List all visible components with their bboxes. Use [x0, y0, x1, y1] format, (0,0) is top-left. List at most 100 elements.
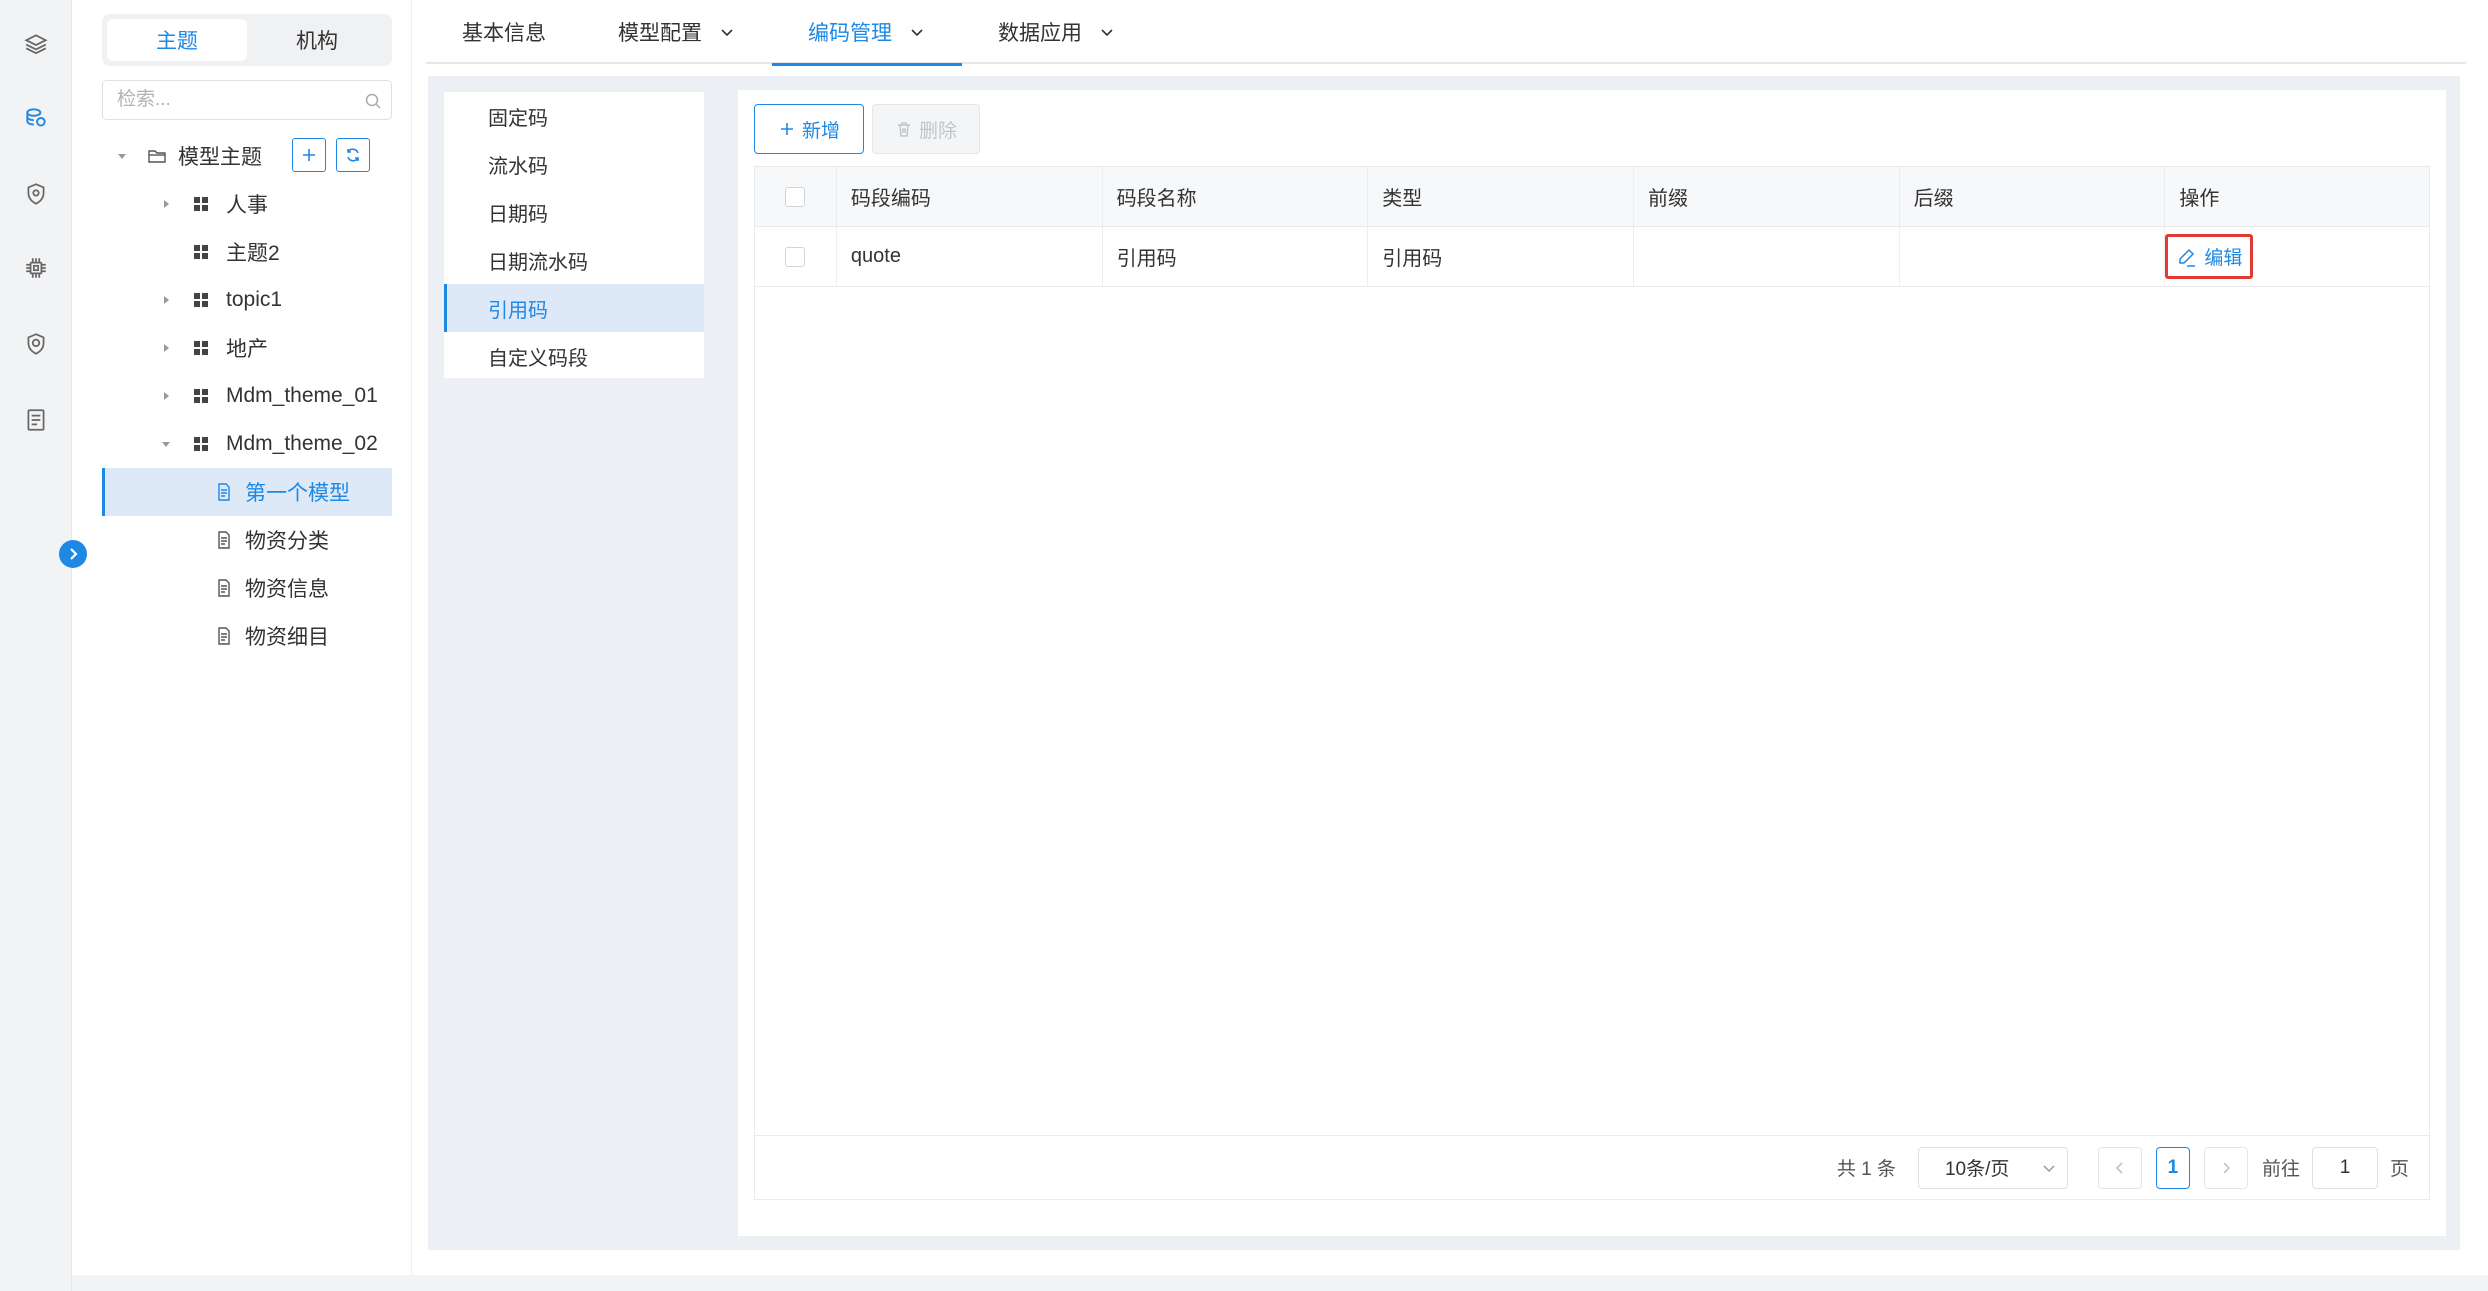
subnav-fixed-code[interactable]: 固定码: [444, 92, 704, 140]
column-header: 后缀: [1900, 167, 2166, 226]
tree-root[interactable]: 模型主题: [102, 132, 392, 180]
tree-item-label: 地产: [226, 338, 268, 361]
tree-model-first[interactable]: 第一个模型: [102, 468, 392, 516]
tab-data-application[interactable]: 数据应用: [962, 0, 1152, 64]
caret-right-icon[interactable]: [158, 292, 174, 308]
security-shield-icon[interactable]: [18, 326, 54, 362]
edit-button[interactable]: 编辑: [2165, 234, 2254, 279]
tree-item-label: 人事: [226, 194, 268, 217]
tab-model-config[interactable]: 模型配置: [582, 0, 772, 64]
tab-code-management[interactable]: 编码管理: [772, 0, 962, 66]
tree-item-dichan[interactable]: 地产: [102, 324, 392, 372]
caret-right-icon[interactable]: [158, 340, 174, 356]
expand-sidebar-button[interactable]: [59, 540, 87, 568]
tree-item-label: 主题2: [226, 242, 280, 265]
table-cell: quote: [837, 227, 1103, 286]
caret-down-icon[interactable]: [114, 148, 130, 164]
top-tabs: 基本信息 模型配置 编码管理 数据应用: [426, 0, 2466, 66]
grid-icon: [190, 241, 212, 263]
tree-item-renshi[interactable]: 人事: [102, 180, 392, 228]
column-header: 码段名称: [1103, 167, 1369, 226]
search-icon: [365, 93, 381, 109]
chevron-down-icon: [721, 29, 733, 37]
tab-label: 数据应用: [998, 22, 1082, 45]
page-size-select[interactable]: 10条/页: [1917, 1146, 2068, 1189]
subnav-serial-code[interactable]: 流水码: [444, 140, 704, 188]
tree-item-mdm-theme-01[interactable]: Mdm_theme_01: [102, 372, 392, 420]
plus-icon: [780, 123, 793, 135]
tree-model-detail[interactable]: 物资细目: [102, 612, 392, 660]
delete-button[interactable]: 删除: [872, 104, 980, 154]
tree-model-category[interactable]: 物资分类: [102, 516, 392, 564]
tab-org[interactable]: 机构: [247, 19, 387, 61]
tree-model-label: 物资细目: [245, 626, 329, 649]
tree-model-info[interactable]: 物资信息: [102, 564, 392, 612]
chevron-right-icon: [2223, 1161, 2231, 1174]
goto-suffix: 页: [2389, 1159, 2409, 1180]
chevron-down-icon: [2043, 1164, 2055, 1172]
prev-page-button[interactable]: [2097, 1146, 2142, 1189]
subnav-custom-segment[interactable]: 自定义码段: [444, 332, 704, 380]
caret-right-icon[interactable]: [158, 196, 174, 212]
tree-item-mdm-theme-02[interactable]: Mdm_theme_02: [102, 420, 392, 468]
caret-down-icon[interactable]: [158, 436, 174, 452]
document-icon: [213, 625, 235, 647]
tree-item-label: topic1: [226, 288, 283, 311]
page-size-value: 10条/页: [1944, 1159, 2010, 1180]
tab-topic[interactable]: 主题: [107, 19, 247, 61]
column-header: 码段编码: [837, 167, 1103, 226]
add-topic-button[interactable]: [292, 138, 326, 172]
tab-label: 编码管理: [808, 22, 892, 45]
table-cell: 引用码: [1368, 227, 1634, 286]
tree-item-topic1[interactable]: topic1: [102, 276, 392, 324]
tree-item-label: Mdm_theme_01: [226, 384, 378, 407]
next-page-button[interactable]: [2203, 1146, 2248, 1189]
grid-icon: [190, 433, 212, 455]
total-count: 共 1 条: [1836, 1159, 1896, 1180]
chevron-left-icon: [2115, 1161, 2123, 1174]
tree-model-label: 物资信息: [245, 578, 329, 601]
subnav-date-code[interactable]: 日期码: [444, 188, 704, 236]
caret-right-icon[interactable]: [158, 388, 174, 404]
tree-model-label: 第一个模型: [245, 482, 350, 505]
code-segment-panel: 新增 删除 码段编码 码段名称 类型 前缀 后缀 操作 quote 引用码 引用…: [738, 90, 2446, 1236]
tab-label: 基本信息: [462, 22, 546, 45]
page-number[interactable]: 1: [2155, 1146, 2190, 1189]
delete-label: 删除: [918, 120, 957, 142]
row-checkbox[interactable]: [785, 246, 806, 267]
document-list-icon[interactable]: [18, 402, 54, 438]
trash-icon: [897, 122, 910, 137]
refresh-button[interactable]: [336, 138, 370, 172]
grid-icon: [190, 289, 212, 311]
chip-icon[interactable]: [18, 250, 54, 286]
tab-label: 模型配置: [618, 22, 702, 45]
tree-root-label: 模型主题: [178, 146, 262, 169]
goto-page-input[interactable]: [2311, 1146, 2378, 1189]
table-row: quote 引用码 引用码 编辑: [755, 227, 2429, 287]
pagination: 共 1 条 10条/页 1 前往 页: [755, 1135, 2429, 1199]
layers-icon[interactable]: [18, 26, 54, 62]
table-cell: [1634, 227, 1900, 286]
column-header: 前缀: [1634, 167, 1900, 226]
chevron-down-icon: [911, 29, 923, 37]
table-header: 码段编码 码段名称 类型 前缀 后缀 操作: [755, 167, 2429, 227]
document-icon: [213, 577, 235, 599]
table-cell: [1900, 227, 2166, 286]
search-input[interactable]: [103, 81, 343, 119]
code-segment-table: 码段编码 码段名称 类型 前缀 后缀 操作 quote 引用码 引用码 编辑 共…: [754, 166, 2430, 1200]
database-model-icon[interactable]: [18, 100, 54, 136]
subnav-reference-code[interactable]: 引用码: [444, 284, 704, 332]
column-header: 操作: [2179, 188, 2220, 210]
grid-icon: [190, 193, 212, 215]
tree-item-theme2[interactable]: 主题2: [102, 228, 392, 276]
document-icon: [213, 481, 235, 503]
select-all-checkbox[interactable]: [785, 186, 806, 207]
table-cell: 引用码: [1103, 227, 1369, 286]
tree-model-label: 物资分类: [245, 530, 329, 553]
shield-icon[interactable]: [18, 176, 54, 212]
subnav-date-serial-code[interactable]: 日期流水码: [444, 236, 704, 284]
main-area: 基本信息 模型配置 编码管理 数据应用 固定码 流水码 日期码 日期流水码 引用…: [412, 0, 2488, 1275]
add-button[interactable]: 新增: [754, 104, 864, 154]
tab-basic-info[interactable]: 基本信息: [426, 0, 582, 64]
grid-icon: [190, 385, 212, 407]
